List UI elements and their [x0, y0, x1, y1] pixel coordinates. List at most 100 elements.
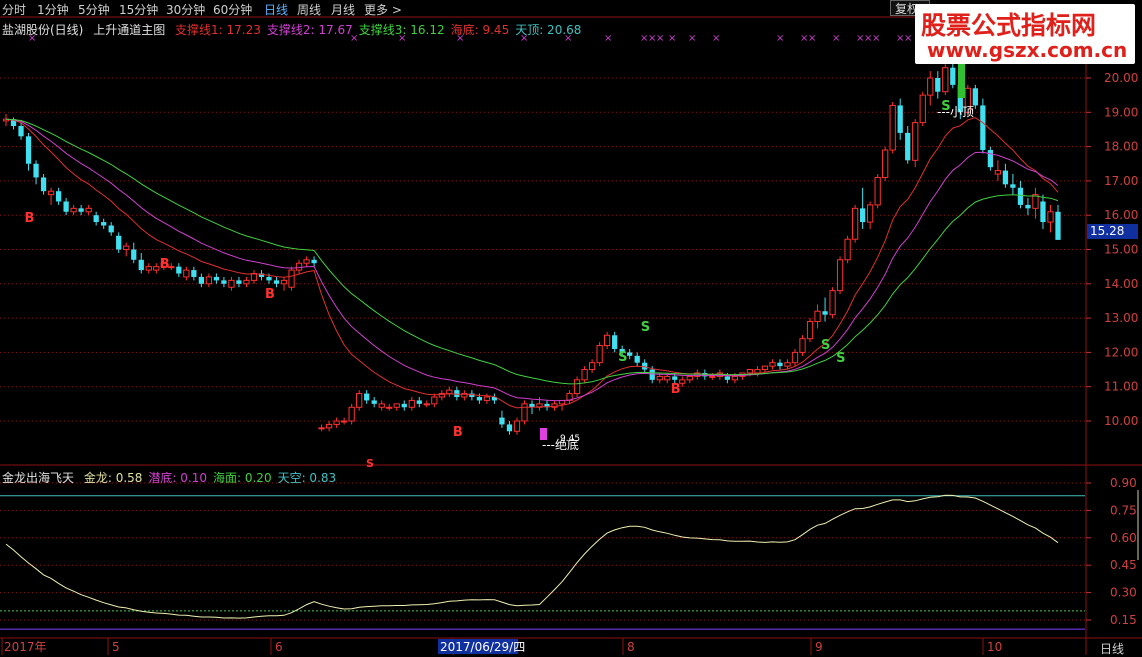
candle-body — [364, 393, 370, 401]
candle-body — [1040, 201, 1046, 223]
candle-body — [686, 375, 693, 381]
cross-marker: × — [604, 33, 612, 44]
candle-body — [476, 396, 483, 401]
kline-chart[interactable]: 20.00 19.00 18.00 17.00 16.00 15.00 14.00 13.00… — [0, 0, 1142, 655]
candle-body — [401, 403, 407, 408]
legend-item: 支撑线3: 16.12 — [358, 23, 445, 37]
candle-body — [341, 420, 348, 423]
candle-body — [423, 403, 430, 406]
date-tick-label: 9 — [815, 640, 823, 654]
candle-body — [1010, 184, 1016, 188]
candle-body — [386, 406, 393, 409]
candle-body — [897, 105, 903, 133]
candle-body — [950, 67, 956, 85]
candle-body — [581, 369, 588, 381]
candle-body — [994, 170, 1002, 175]
candle-body — [221, 280, 227, 284]
candle-body — [348, 406, 355, 422]
candle-body — [836, 259, 844, 292]
candle-body — [731, 375, 739, 381]
candle-body — [280, 279, 288, 285]
candle-body — [761, 365, 769, 371]
candle-body — [912, 122, 919, 161]
candle-body — [573, 379, 581, 395]
candle-body — [145, 266, 152, 271]
cross-marker: × — [832, 33, 840, 44]
candle-body — [596, 345, 603, 364]
candle-body — [882, 149, 889, 178]
support-line-3 — [5, 118, 1059, 385]
legend-item: 金龙: 0.58 — [83, 471, 143, 485]
candle-body — [851, 207, 859, 240]
candle-body — [123, 245, 130, 251]
sell-marker: S — [618, 350, 627, 365]
candle-body — [588, 362, 596, 371]
candle-body — [919, 94, 926, 124]
candle-body — [408, 399, 415, 408]
candle-body — [131, 249, 137, 260]
current-price-tag: 15.28 — [1087, 224, 1138, 239]
cross-marker: × — [808, 33, 816, 44]
cross-marker: × — [904, 33, 912, 44]
candle-body — [333, 420, 340, 425]
sub-legend: 金龙出海飞天 金龙: 0.58 潜底: 0.10 海面: 0.20 天空: 0.83 — [2, 469, 342, 486]
candle-body — [93, 215, 99, 223]
candle-body — [416, 400, 422, 404]
sub-tick-label: 0.75 — [1110, 503, 1137, 517]
candle-body — [228, 279, 235, 288]
candle-body — [236, 280, 242, 284]
indicator-name: 上升通道主图 — [93, 23, 166, 37]
sub-tick-label: 0.30 — [1110, 586, 1137, 600]
bottom-marker — [540, 428, 547, 440]
candle-body — [85, 207, 92, 213]
candle-body — [724, 376, 731, 380]
buy-marker: B — [160, 257, 170, 272]
candle-body — [942, 67, 949, 93]
candle-body — [40, 177, 47, 192]
sub-tick-label: 0.15 — [1110, 613, 1137, 627]
candle-body — [138, 259, 144, 271]
candle-body — [972, 88, 978, 106]
candle-body — [806, 321, 814, 340]
candle-body — [393, 403, 400, 408]
price-tick-label: 19.00 — [1104, 105, 1138, 119]
date-tick-label: 8 — [627, 640, 635, 654]
candle-body — [935, 78, 941, 92]
candle-body — [325, 423, 333, 429]
stock-label: 盐湖股份(日线) — [2, 23, 84, 37]
candle-body — [78, 208, 84, 212]
candle-body — [483, 396, 491, 401]
price-tick-label: 15.00 — [1104, 243, 1138, 257]
buy-marker: B — [671, 382, 681, 397]
candle-body — [25, 136, 32, 164]
candle-body — [108, 225, 114, 233]
candle-body — [183, 269, 190, 278]
candle-body — [356, 393, 363, 408]
cross-marker: × — [688, 33, 696, 44]
candle-body — [446, 389, 453, 395]
cross-marker: × — [776, 33, 784, 44]
price-tick-label: 18.00 — [1104, 140, 1138, 154]
watermark-url: www.gszx.com.cn — [927, 38, 1128, 62]
candle-body — [814, 310, 821, 323]
top-label: ---小顶 — [937, 105, 974, 119]
candle-body — [649, 369, 655, 380]
candle-body — [47, 190, 55, 196]
buy-marker: B — [453, 425, 463, 440]
top-marker — [958, 62, 965, 98]
candle-body — [266, 276, 272, 281]
legend-item: 支撑线2: 17.67 — [266, 23, 353, 37]
candle-body — [431, 396, 438, 405]
candle-body — [829, 290, 836, 316]
watermark-logo: 股票公式指标网 www.gszx.com.cn — [915, 4, 1135, 64]
candle-body — [791, 351, 799, 364]
candle-body — [311, 259, 317, 264]
candle-body — [627, 352, 633, 356]
candle-body — [55, 191, 62, 202]
price-tick-label: 16.00 — [1104, 208, 1138, 222]
candle-body — [799, 338, 806, 353]
candle-body — [295, 262, 303, 271]
dragon-line — [5, 494, 1059, 619]
candle-body — [604, 334, 611, 347]
price-tick-label: 12.00 — [1104, 345, 1138, 359]
